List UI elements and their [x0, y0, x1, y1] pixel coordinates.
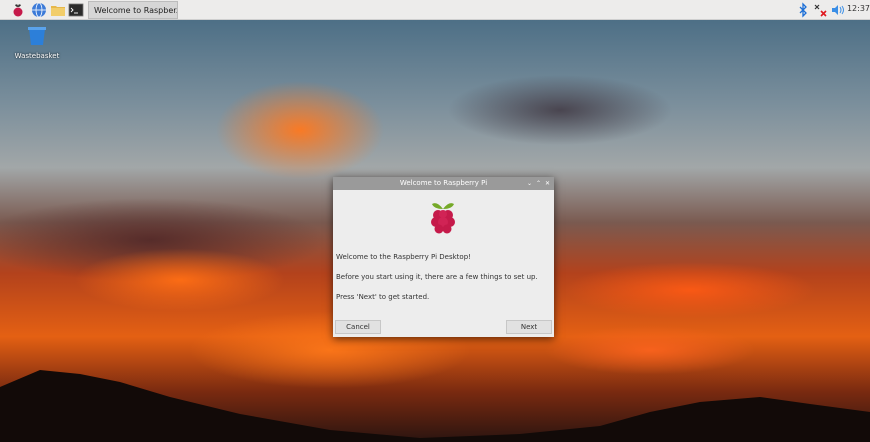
instruction-message: Press 'Next' to get started.: [336, 293, 430, 301]
volume-icon[interactable]: [830, 2, 846, 18]
dialog-title: Welcome to Raspberry Pi: [399, 179, 488, 187]
task-button-label: Welcome to Raspber...: [94, 5, 178, 15]
raspberry-menu-icon[interactable]: [10, 2, 26, 18]
network-disconnected-icon[interactable]: [813, 2, 829, 18]
clock[interactable]: 12:37: [847, 4, 870, 13]
maximize-icon[interactable]: ⌃: [536, 177, 541, 190]
raspberry-pi-logo: [431, 203, 455, 234]
cancel-button[interactable]: Cancel: [335, 320, 381, 334]
welcome-message: Welcome to the Raspberry Pi Desktop!: [336, 253, 471, 261]
file-manager-icon[interactable]: [50, 2, 66, 18]
setup-message: Before you start using it, there are a f…: [336, 273, 538, 281]
wastebasket-icon: [28, 27, 46, 45]
close-icon[interactable]: ✕: [545, 177, 550, 190]
terminal-icon[interactable]: [68, 2, 84, 18]
next-button[interactable]: Next: [506, 320, 552, 334]
wastebasket-label: Wastebasket: [14, 52, 60, 60]
dialog-titlebar[interactable]: Welcome to Raspberry Pi ⌄ ⌃ ✕: [333, 177, 554, 190]
desktop-icon-wastebasket[interactable]: Wastebasket: [12, 26, 62, 60]
mountain-silhouette: [0, 370, 870, 442]
minimize-icon[interactable]: ⌄: [527, 177, 532, 190]
task-button-welcome[interactable]: Welcome to Raspber...: [88, 1, 178, 19]
welcome-dialog: Welcome to Raspberry Pi ⌄ ⌃ ✕ Welcome to…: [333, 177, 554, 337]
web-browser-icon[interactable]: [31, 2, 47, 18]
bluetooth-icon[interactable]: [795, 2, 811, 18]
top-panel: Welcome to Raspber... 12:37: [0, 0, 870, 20]
